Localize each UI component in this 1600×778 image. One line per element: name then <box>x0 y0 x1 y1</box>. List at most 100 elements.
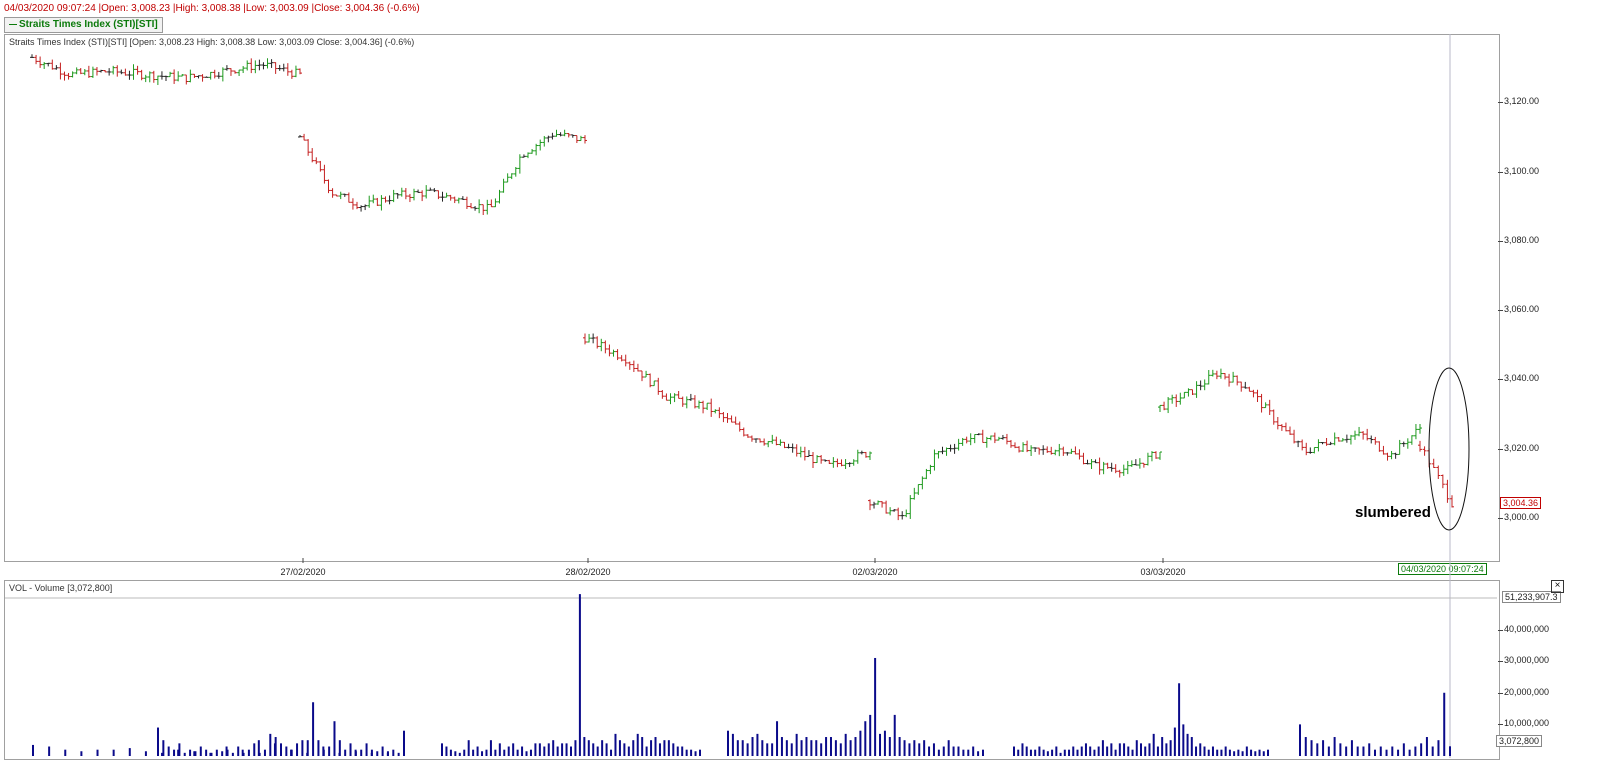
volume-bar <box>1093 749 1096 756</box>
volume-bar <box>183 752 186 756</box>
volume-bar <box>1173 727 1176 756</box>
volume-bar <box>815 740 818 756</box>
volume-bar <box>1059 752 1062 756</box>
volume-bar <box>1101 740 1104 756</box>
volume-bar <box>1017 749 1020 756</box>
volume-bar <box>1216 749 1219 756</box>
volume-bar <box>908 743 911 756</box>
volume-bar <box>1350 740 1353 756</box>
volume-bar <box>790 743 793 756</box>
volume-bar <box>672 743 675 756</box>
volume-bar <box>1089 746 1092 756</box>
volume-bar <box>199 746 202 756</box>
volume-bar <box>1068 749 1071 756</box>
volume-bar <box>1038 746 1041 756</box>
volume-bar <box>328 746 331 756</box>
volume-bar <box>503 749 506 756</box>
volume-bar <box>957 746 960 756</box>
volume-bar <box>962 749 965 756</box>
volume-bar <box>913 740 916 756</box>
volume-bar <box>296 743 299 756</box>
volume-bar <box>561 743 564 756</box>
volume-bar <box>485 749 488 756</box>
volume-bar <box>766 743 769 756</box>
volume-bar <box>874 657 877 756</box>
volume-bar <box>982 749 984 756</box>
volume-bar <box>538 743 541 756</box>
volume-bar <box>1299 724 1301 756</box>
volume-bar <box>552 740 555 756</box>
volume-bar <box>650 740 653 756</box>
volume-bar <box>467 740 470 756</box>
volume-bar <box>654 737 657 756</box>
volume-bar <box>1391 746 1394 756</box>
volume-bar <box>498 743 501 756</box>
volume-bar <box>1156 746 1159 756</box>
volume-bar <box>1254 751 1257 756</box>
volume-bar <box>349 743 352 756</box>
volume-bar <box>795 733 798 756</box>
volume-bar <box>1051 749 1054 756</box>
volume-bar <box>1034 749 1037 756</box>
volume-bar <box>681 746 684 756</box>
volume-bar <box>596 746 599 756</box>
volume-bar <box>64 749 67 756</box>
volume-bar <box>1072 746 1075 756</box>
volume-bar <box>226 749 229 756</box>
volume-bar <box>810 740 813 756</box>
volume-bar <box>658 743 661 756</box>
volume-bar <box>1322 740 1325 756</box>
volume-bar <box>761 740 764 756</box>
volume-bar <box>785 740 788 756</box>
volume-bar <box>1144 746 1147 756</box>
volume-bar <box>507 746 510 756</box>
volume-bar <box>253 743 256 756</box>
volume-bar <box>280 743 282 756</box>
volume-bar <box>776 721 779 756</box>
volume-bar <box>825 737 828 756</box>
volume-bar <box>215 749 218 756</box>
volume-bar <box>839 743 842 756</box>
volume-bar <box>397 752 400 756</box>
volume-bar <box>556 746 559 756</box>
volume-bar <box>1304 737 1307 756</box>
volume-bar <box>610 749 613 756</box>
volume-bar <box>381 746 384 756</box>
volume-bar <box>1339 743 1342 756</box>
volume-bar <box>583 737 586 756</box>
volume-bar <box>1013 746 1015 756</box>
volume-bar <box>162 740 165 756</box>
volume-bar <box>512 743 515 756</box>
volume-bar <box>879 733 882 756</box>
volume-bar <box>476 746 479 756</box>
volume-bar <box>1169 740 1172 756</box>
volume-bar <box>301 740 304 756</box>
volume-bar <box>360 749 363 756</box>
volume-bar <box>1449 746 1451 756</box>
volume-bar <box>547 743 550 756</box>
volume-bar <box>1178 683 1181 756</box>
volume-bar <box>592 743 595 756</box>
volume-bar <box>32 744 34 756</box>
volume-bar <box>322 749 325 756</box>
volume-bar <box>942 746 945 756</box>
volume-bar <box>859 730 862 756</box>
volume-bar <box>771 743 774 756</box>
volume-bar <box>1161 737 1164 756</box>
volume-bar <box>1310 740 1313 756</box>
volume-bar <box>1408 749 1411 756</box>
volume-bar <box>1195 746 1198 756</box>
volume-bar <box>403 730 405 756</box>
volume-bar <box>210 752 213 756</box>
volume-bar <box>258 752 261 756</box>
volume-bar <box>454 751 457 756</box>
volume-bar <box>641 737 644 756</box>
volume-bar <box>947 740 950 756</box>
volume-bar <box>1199 743 1202 756</box>
volume-bar <box>685 749 688 756</box>
volume-bar <box>312 702 315 756</box>
volume-bar <box>1029 749 1032 756</box>
volume-bar <box>1374 749 1376 756</box>
volume-bar <box>489 740 492 756</box>
volume-bar <box>112 749 115 756</box>
